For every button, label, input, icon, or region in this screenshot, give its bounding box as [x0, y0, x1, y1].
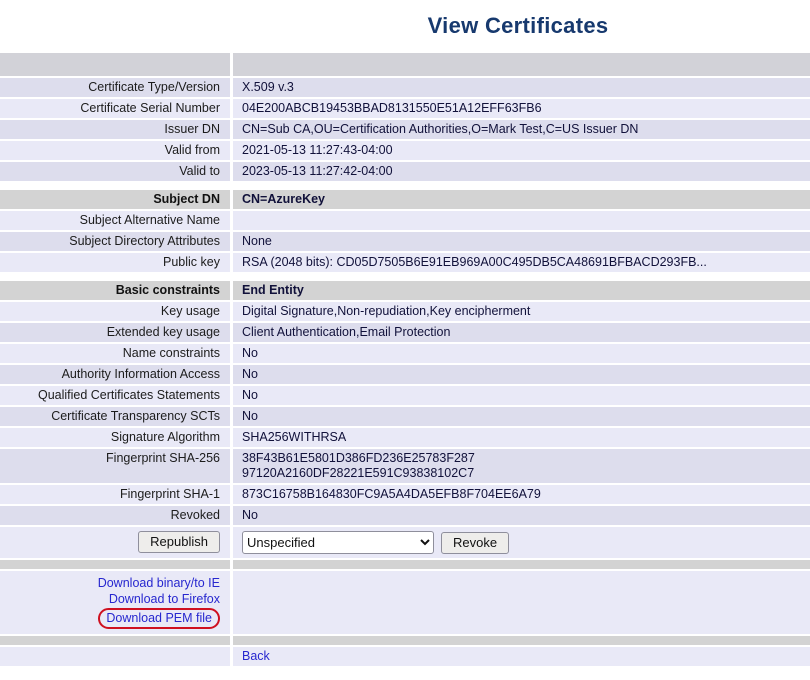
divider-left-cell — [0, 636, 230, 645]
field-value: No — [233, 344, 810, 363]
field-label: Subject Directory Attributes — [0, 232, 230, 251]
row-actions: Republish Unspecified Revoke — [0, 527, 810, 558]
back-empty-cell — [0, 647, 230, 666]
sha256-line-2: 97120A2160DF28221E591C93838102C7 — [242, 466, 801, 481]
field-label: Key usage — [0, 302, 230, 321]
field-value: 2021-05-13 11:27:43-04:00 — [233, 141, 810, 160]
field-value: 38F43B61E5801D386FD236E25783F287 97120A2… — [233, 449, 810, 483]
field-value: RSA (2048 bits): CD05D7505B6E91EB969A00C… — [233, 253, 810, 272]
field-label: Signature Algorithm — [0, 428, 230, 447]
field-label: Fingerprint SHA-1 — [0, 485, 230, 504]
top-band-left-cell — [0, 53, 230, 76]
row-issuer-dn: Issuer DN CN=Sub CA,OU=Certification Aut… — [0, 120, 810, 139]
field-label: Certificate Type/Version — [0, 78, 230, 97]
row-authority-information-access: Authority Information Access No — [0, 365, 810, 384]
row-subject-alternative-name: Subject Alternative Name — [0, 211, 810, 230]
row-certificate-serial-number: Certificate Serial Number 04E200ABCB1945… — [0, 99, 810, 118]
field-value: None — [233, 232, 810, 251]
row-subject-directory-attributes: Subject Directory Attributes None — [0, 232, 810, 251]
field-label: Name constraints — [0, 344, 230, 363]
field-label: Public key — [0, 253, 230, 272]
row-extended-key-usage: Extended key usage Client Authentication… — [0, 323, 810, 342]
row-download-links: Download binary/to IE Download to Firefo… — [0, 571, 810, 634]
divider-right-cell — [233, 636, 810, 645]
field-value: No — [233, 506, 810, 525]
download-firefox-line: Download to Firefox — [4, 591, 220, 607]
back-link[interactable]: Back — [242, 649, 270, 663]
row-signature-algorithm: Signature Algorithm SHA256WITHRSA — [0, 428, 810, 447]
view-certificates-page: View Certificates Certificate Type/Versi… — [0, 0, 810, 680]
field-value: No — [233, 407, 810, 426]
row-valid-from: Valid from 2021-05-13 11:27:43-04:00 — [0, 141, 810, 160]
row-back: Back — [0, 647, 810, 666]
row-revoked: Revoked No — [0, 506, 810, 525]
field-label: Valid from — [0, 141, 230, 160]
row-valid-to: Valid to 2023-05-13 11:27:42-04:00 — [0, 162, 810, 181]
top-band-right-cell — [233, 53, 810, 76]
page-title: View Certificates — [0, 0, 810, 53]
back-cell: Back — [233, 647, 810, 666]
row-certificate-type-version: Certificate Type/Version X.509 v.3 — [0, 78, 810, 97]
download-binary-ie-link[interactable]: Download binary/to IE — [98, 576, 220, 590]
download-links-empty-cell — [233, 571, 810, 634]
row-fingerprint-sha256: Fingerprint SHA-256 38F43B61E5801D386FD2… — [0, 449, 810, 483]
row-basic-constraints-header: Basic constraints End Entity — [0, 281, 810, 300]
row-subject-dn-header: Subject DN CN=AzureKey — [0, 190, 810, 209]
download-pem-link[interactable]: Download PEM file — [98, 608, 220, 629]
certificate-details-table: Certificate Type/Version X.509 v.3 Certi… — [0, 53, 810, 666]
field-label: Revoked — [0, 506, 230, 525]
field-label: Certificate Transparency SCTs — [0, 407, 230, 426]
field-label: Authority Information Access — [0, 365, 230, 384]
row-name-constraints: Name constraints No — [0, 344, 810, 363]
sha256-line-1: 38F43B61E5801D386FD236E25783F287 — [242, 451, 801, 466]
field-value: No — [233, 365, 810, 384]
field-value: Client Authentication,Email Protection — [233, 323, 810, 342]
field-label: Valid to — [0, 162, 230, 181]
row-certificate-transparency-scts: Certificate Transparency SCTs No — [0, 407, 810, 426]
field-value: No — [233, 386, 810, 405]
row-qualified-certificates-statements: Qualified Certificates Statements No — [0, 386, 810, 405]
field-label: Issuer DN — [0, 120, 230, 139]
section-value: End Entity — [233, 281, 810, 300]
republish-cell: Republish — [0, 527, 230, 558]
field-value: CN=Sub CA,OU=Certification Authorities,O… — [233, 120, 810, 139]
field-label: Qualified Certificates Statements — [0, 386, 230, 405]
field-value: 2023-05-13 11:27:42-04:00 — [233, 162, 810, 181]
field-label: Extended key usage — [0, 323, 230, 342]
field-label: Certificate Serial Number — [0, 99, 230, 118]
divider-right-cell — [233, 560, 810, 569]
download-binary-ie-line: Download binary/to IE — [4, 575, 220, 591]
divider-left-cell — [0, 560, 230, 569]
field-value: 04E200ABCB19453BBAD8131550E51A12EFF63FB6 — [233, 99, 810, 118]
row-fingerprint-sha1: Fingerprint SHA-1 873C16758B164830FC9A5A… — [0, 485, 810, 504]
field-value: SHA256WITHRSA — [233, 428, 810, 447]
divider-above-back — [0, 636, 810, 645]
download-pem-line: Download PEM file — [4, 607, 220, 629]
table-top-band — [0, 53, 810, 76]
field-label: Fingerprint SHA-256 — [0, 449, 230, 483]
section-label: Basic constraints — [0, 281, 230, 300]
row-key-usage: Key usage Digital Signature,Non-repudiat… — [0, 302, 810, 321]
revoke-cell: Unspecified Revoke — [233, 527, 810, 558]
section-value: CN=AzureKey — [233, 190, 810, 209]
field-value: Digital Signature,Non-repudiation,Key en… — [233, 302, 810, 321]
field-label: Subject Alternative Name — [0, 211, 230, 230]
field-value: X.509 v.3 — [233, 78, 810, 97]
row-public-key: Public key RSA (2048 bits): CD05D7505B6E… — [0, 253, 810, 272]
revoke-button[interactable]: Revoke — [441, 532, 509, 554]
field-value: 873C16758B164830FC9A5A4DA5EFB8F704EE6A79 — [233, 485, 810, 504]
download-links-cell: Download binary/to IE Download to Firefo… — [0, 571, 230, 634]
divider-above-downloads — [0, 560, 810, 569]
revocation-reason-select[interactable]: Unspecified — [242, 531, 434, 554]
download-firefox-link[interactable]: Download to Firefox — [109, 592, 220, 606]
section-label: Subject DN — [0, 190, 230, 209]
field-value — [233, 211, 810, 230]
republish-button[interactable]: Republish — [138, 531, 220, 553]
